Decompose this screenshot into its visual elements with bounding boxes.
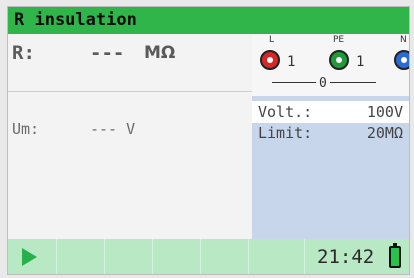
divider xyxy=(8,91,252,92)
softkey-6[interactable] xyxy=(248,239,305,274)
terminal-n-icon xyxy=(394,50,409,70)
um-label: Um: xyxy=(12,120,40,138)
terminal-l-icon xyxy=(260,50,280,70)
terminal-pe-icon xyxy=(329,50,349,70)
measurement-panel: R: --- MΩ Um: --- V xyxy=(8,34,252,239)
resistance-value: --- xyxy=(90,42,125,64)
softkey-2[interactable] xyxy=(56,239,105,274)
limit-value: 20MΩ xyxy=(366,124,403,142)
resistance-label: R: xyxy=(12,42,35,64)
terminal-diagram: L 1 PE 1 N 0 xyxy=(252,34,409,96)
voltage-value: 100V xyxy=(366,103,403,121)
limit-setting[interactable]: Limit: 20MΩ xyxy=(252,122,409,144)
um-value: --- V xyxy=(90,120,136,138)
softkey-5[interactable] xyxy=(200,239,249,274)
battery-full-icon xyxy=(389,243,401,268)
page-title: R insulation xyxy=(14,10,137,30)
resistance-unit: MΩ xyxy=(144,43,176,63)
play-icon xyxy=(22,248,37,266)
softkey-4[interactable] xyxy=(152,239,201,274)
softkey-3[interactable] xyxy=(104,239,153,274)
terminal-common-number: 0 xyxy=(316,76,330,91)
limit-label: Limit: xyxy=(258,124,313,142)
settings-panel: L 1 PE 1 N 0 Volt.: 100V Limit: 20MΩ xyxy=(252,34,409,239)
terminal-l-number: 1 xyxy=(287,54,296,70)
clock: 21:42 xyxy=(317,246,375,268)
terminal-pe-letter: PE xyxy=(333,35,345,45)
voltage-label: Volt.: xyxy=(258,103,313,121)
start-button[interactable] xyxy=(8,239,57,274)
voltage-setting[interactable]: Volt.: 100V xyxy=(252,101,409,123)
terminal-n-letter: N xyxy=(400,35,407,45)
terminal-l-letter: L xyxy=(269,35,275,45)
title-bar: R insulation xyxy=(8,7,409,34)
function-bar: 21:42 xyxy=(8,239,409,274)
instrument-screen: R insulation R: --- MΩ Um: --- V L 1 PE … xyxy=(7,6,410,275)
terminal-pe-number: 1 xyxy=(356,54,365,70)
